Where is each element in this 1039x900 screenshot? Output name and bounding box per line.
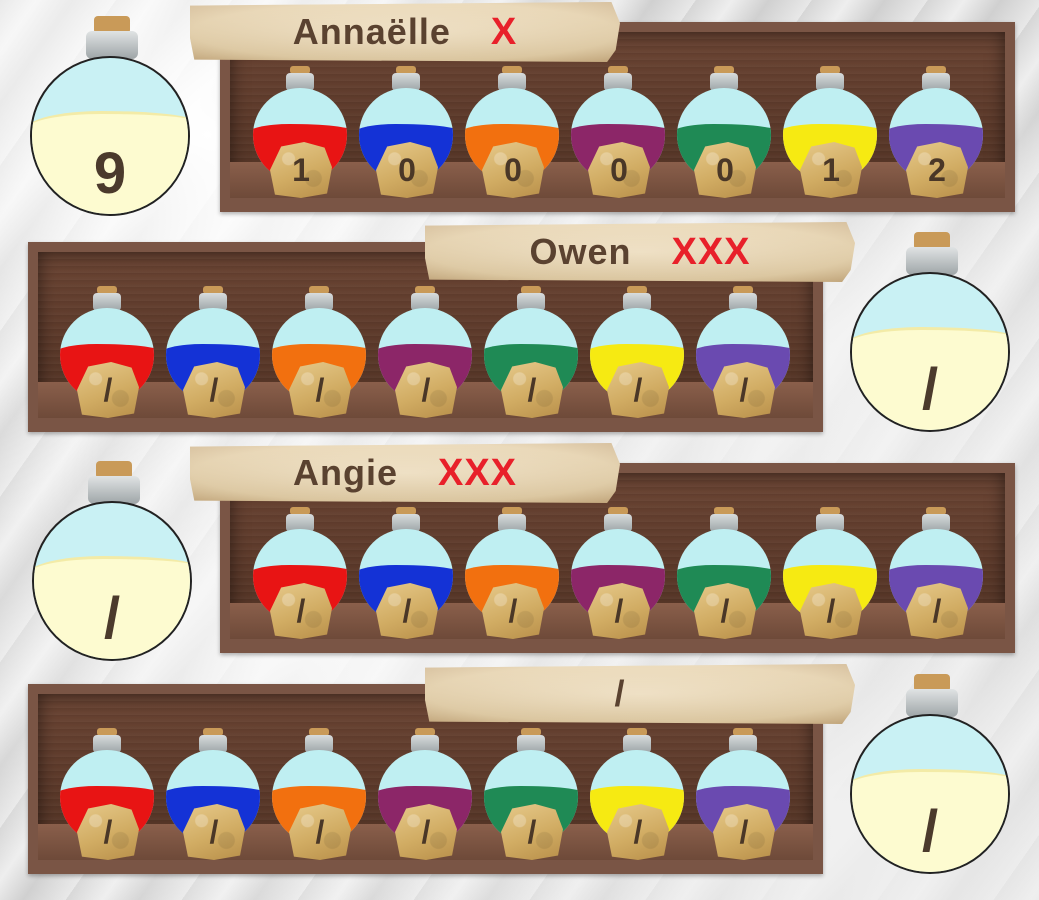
potion-4[interactable]: / <box>378 284 472 424</box>
potion-list: / / / / / / / <box>253 505 983 655</box>
flask-neck <box>906 247 958 275</box>
flask-neck <box>906 689 958 717</box>
name-plate[interactable]: Angie XXX <box>190 443 620 503</box>
potion-1[interactable]: / <box>60 726 154 866</box>
flask-bulb: / <box>850 272 1010 432</box>
player-name: Annaëlle <box>292 11 451 52</box>
potion-6[interactable]: / <box>783 505 877 645</box>
total-value: 9 <box>93 141 127 206</box>
potion-4[interactable]: / <box>378 726 472 866</box>
total-value: / <box>921 799 939 864</box>
player-row-4: / / / / / / / / / <box>0 664 1039 884</box>
potion-count-stone: / <box>694 583 756 639</box>
name-plate[interactable]: Annaëlle X <box>190 2 620 62</box>
potion-count-stone: / <box>607 804 669 860</box>
potion-count-stone: / <box>588 583 650 639</box>
potion-3[interactable]: / <box>272 284 366 424</box>
potion-count-stone: / <box>395 804 457 860</box>
player-name: Angie <box>292 452 398 493</box>
potion-5[interactable]: / <box>484 284 578 424</box>
potion-count-stone: / <box>713 804 775 860</box>
potion-count-stone: / <box>183 362 245 418</box>
potion-count-stone: / <box>77 804 139 860</box>
potion-3[interactable]: / <box>272 726 366 866</box>
total-value: / <box>921 357 939 422</box>
potion-3[interactable]: 0 <box>465 64 559 204</box>
player-name: / <box>614 673 626 714</box>
total-value: / <box>103 586 121 651</box>
potion-5[interactable]: 0 <box>677 64 771 204</box>
name-plate[interactable]: Owen XXX <box>425 222 855 282</box>
potion-count-stone: / <box>376 583 438 639</box>
potion-list: / / / / / / / <box>60 284 790 434</box>
total-flask: / <box>32 461 196 666</box>
potion-count-stone: / <box>289 804 351 860</box>
potion-7[interactable]: / <box>889 505 983 645</box>
potion-1[interactable]: / <box>60 284 154 424</box>
flask-neck <box>88 476 140 504</box>
potion-7[interactable]: / <box>696 284 790 424</box>
strike-marks: X <box>490 10 518 53</box>
potion-list: 1000012 <box>253 64 983 214</box>
total-flask: / <box>850 232 1014 437</box>
potion-count-stone: / <box>906 583 968 639</box>
potion-count-stone: / <box>501 804 563 860</box>
total-flask: 9 <box>30 16 194 221</box>
potion-count-stone: / <box>77 362 139 418</box>
potion-4[interactable]: 0 <box>571 64 665 204</box>
strike-marks: XXX <box>437 451 518 494</box>
flask-bulb: 9 <box>30 56 190 216</box>
potion-5[interactable]: / <box>677 505 771 645</box>
potion-6[interactable]: 1 <box>783 64 877 204</box>
strike-marks: XXX <box>671 230 751 273</box>
potion-5[interactable]: / <box>484 726 578 866</box>
potion-2[interactable]: / <box>359 505 453 645</box>
potion-list: / / / / / / / <box>60 726 790 876</box>
player-name: Owen <box>529 231 632 272</box>
potion-count-stone: / <box>183 804 245 860</box>
potion-2[interactable]: / <box>166 726 260 866</box>
player-row-2: Owen XXX / / / / / / / / <box>0 222 1039 442</box>
potion-1[interactable]: 1 <box>253 64 347 204</box>
name-plate[interactable]: / <box>425 664 855 724</box>
potion-6[interactable]: / <box>590 284 684 424</box>
potion-2[interactable]: 0 <box>359 64 453 204</box>
flask-bulb: / <box>850 714 1010 874</box>
potion-2[interactable]: / <box>166 284 260 424</box>
total-flask: / <box>850 674 1014 879</box>
flask-neck <box>86 31 138 59</box>
potion-6[interactable]: / <box>590 726 684 866</box>
potion-count-stone: / <box>482 583 544 639</box>
potion-3[interactable]: / <box>465 505 559 645</box>
potion-1[interactable]: / <box>253 505 347 645</box>
player-row-1: 9 Annaëlle X 1000012 <box>0 2 1039 222</box>
potion-7[interactable]: / <box>696 726 790 866</box>
potion-7[interactable]: 2 <box>889 64 983 204</box>
flask-bulb: / <box>32 501 192 661</box>
player-row-3: / Angie XXX / / / / / / / <box>0 443 1039 663</box>
potion-count-stone: / <box>800 583 862 639</box>
potion-count-stone: / <box>270 583 332 639</box>
potion-4[interactable]: / <box>571 505 665 645</box>
